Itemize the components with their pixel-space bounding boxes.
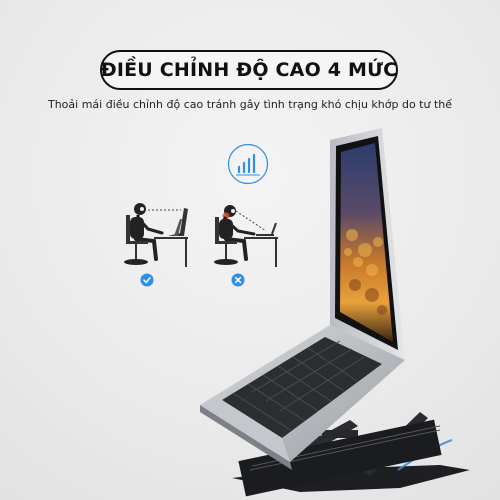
product-banner: ĐIỀU CHỈNH ĐỘ CAO 4 MỨC Thoải mái điều c… <box>0 0 500 500</box>
laptop-stand-illustration <box>200 128 470 497</box>
